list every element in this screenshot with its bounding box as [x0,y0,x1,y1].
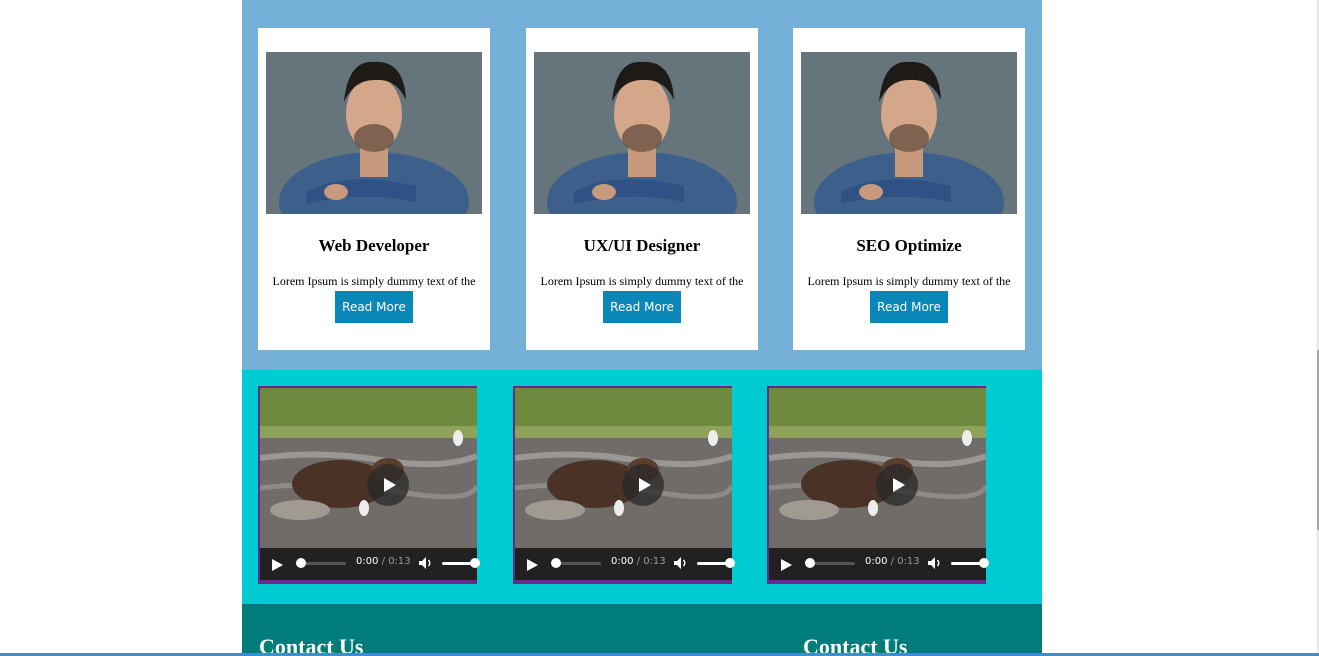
current-time: 0:00 [611,556,634,567]
profile-photo-illustration [266,52,482,214]
seek-bar[interactable] [555,562,601,565]
big-play-button[interactable] [622,464,664,506]
volume-icon[interactable] [418,556,434,570]
current-time: 0:00 [356,556,379,567]
read-more-button[interactable]: Read More [603,291,681,323]
service-card: SEO Optimize Lorem Ipsum is simply dummy… [793,28,1025,350]
read-more-button[interactable]: Read More [335,291,413,323]
video-time: 0:00 / 0:13 [865,556,920,567]
big-play-button[interactable] [876,464,918,506]
current-time: 0:00 [865,556,888,567]
volume-handle[interactable] [470,558,480,568]
video-time: 0:00 / 0:13 [611,556,666,567]
profile-photo-illustration [801,52,1017,214]
service-card: UX/UI Designer Lorem Ipsum is simply dum… [526,28,758,350]
big-play-icon [384,478,396,492]
services-section: Web Developer Lorem Ipsum is simply dumm… [242,0,1042,370]
volume-handle[interactable] [725,558,735,568]
card-title: SEO Optimize [856,236,962,255]
volume-icon[interactable] [927,556,943,570]
card-text: Lorem Ipsum is simply dummy text of the [272,274,476,288]
seek-handle[interactable] [296,558,306,568]
video-controls: 0:00 / 0:13 [769,548,989,580]
seek-bar[interactable] [300,562,346,565]
big-play-button[interactable] [367,464,409,506]
videos-section: 0:00 / 0:13 0:00 / 0:13 0:00 / 0:13 [242,370,1042,604]
video-player[interactable]: 0:00 / 0:13 [513,386,735,584]
card-title: UX/UI Designer [583,236,701,255]
profile-photo [266,52,482,214]
duration: / 0:13 [633,556,666,567]
duration: / 0:13 [887,556,920,567]
video-time: 0:00 / 0:13 [356,556,411,567]
seek-handle[interactable] [551,558,561,568]
card-text: Lorem Ipsum is simply dummy text of the [807,274,1011,288]
video-player[interactable]: 0:00 / 0:13 [258,386,480,584]
card-text: Lorem Ipsum is simply dummy text of the [540,274,744,288]
big-play-icon [893,478,905,492]
duration: / 0:13 [378,556,411,567]
contact-section: Contact Us Contact Us [242,604,1042,656]
profile-photo-illustration [534,52,750,214]
video-controls: 0:00 / 0:13 [260,548,480,580]
big-play-icon [639,478,651,492]
play-icon[interactable] [525,558,539,572]
volume-handle[interactable] [979,558,989,568]
profile-photo [801,52,1017,214]
service-card: Web Developer Lorem Ipsum is simply dumm… [258,28,490,350]
seek-bar[interactable] [809,562,855,565]
video-player[interactable]: 0:00 / 0:13 [767,386,989,584]
read-more-button[interactable]: Read More [870,291,948,323]
seek-handle[interactable] [805,558,815,568]
card-title: Web Developer [318,236,430,255]
video-controls: 0:00 / 0:13 [515,548,735,580]
volume-icon[interactable] [673,556,689,570]
profile-photo [534,52,750,214]
page-content: Web Developer Lorem Ipsum is simply dumm… [242,0,1042,656]
play-icon[interactable] [270,558,284,572]
play-icon[interactable] [779,558,793,572]
